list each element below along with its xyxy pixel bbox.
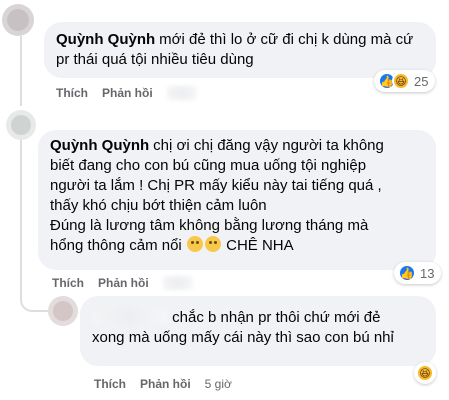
avatar[interactable] bbox=[48, 296, 78, 326]
comment-bubble: Quỳnh Quỳnh mới đẻ thì lo ở cữ đi chị k d… bbox=[44, 22, 436, 78]
thread-line bbox=[20, 36, 22, 106]
sad-emoji-icon bbox=[204, 236, 221, 252]
comment-author[interactable]: Quỳnh Quỳnh bbox=[56, 31, 155, 48]
thread-line bbox=[20, 140, 22, 300]
comment-text-line: Đúng là lương tâm không bằng lương tháng… bbox=[50, 217, 369, 234]
reply-link[interactable]: Phản hồi bbox=[102, 86, 153, 100]
like-reaction-icon: 👍 bbox=[398, 264, 416, 282]
comment-bubble: chắc b nhận pr thôi chứ mới đẻ xong mà u… bbox=[80, 296, 436, 366]
comment-actions: Thích Phản hồi bbox=[56, 86, 197, 100]
like-link[interactable]: Thích bbox=[56, 86, 88, 100]
sad-emoji-icon bbox=[186, 236, 203, 252]
reaction-summary[interactable]: 👍 😆 25 bbox=[374, 70, 436, 92]
comment-actions: Thích Phản hồi 5 giờ bbox=[94, 377, 232, 391]
reply-link[interactable]: Phản hồi bbox=[98, 276, 149, 290]
blurred-avatar-icon bbox=[11, 115, 31, 135]
reaction-count: 25 bbox=[414, 73, 429, 89]
comment-text-line: người ta lắm ! Chị PR mấy kiểu này tai t… bbox=[50, 177, 382, 194]
reaction-summary[interactable]: 👍 13 bbox=[394, 262, 442, 284]
comment-text-line: biết đang cho con bú cũng mua uống tội n… bbox=[50, 157, 367, 174]
like-link[interactable]: Thích bbox=[94, 377, 126, 391]
blurred-avatar-icon bbox=[53, 301, 73, 321]
blurred-avatar-icon bbox=[7, 9, 29, 31]
comment-author[interactable]: Quỳnh Quỳnh bbox=[50, 137, 149, 154]
like-link[interactable]: Thích bbox=[52, 276, 84, 290]
blurred-author-name bbox=[92, 309, 168, 325]
comment-text-line: chị ơi chị đăng vậy người ta không bbox=[153, 137, 384, 154]
comment-actions: Thích Phản hồi bbox=[52, 276, 193, 290]
avatar[interactable] bbox=[2, 4, 34, 36]
comment-text-line: hổng thông cảm nổi bbox=[50, 237, 182, 254]
reaction-count: 13 bbox=[420, 265, 435, 281]
avatar[interactable] bbox=[6, 110, 36, 140]
comment-bubble: Quỳnh Quỳnh chị ơi chị đăng vậy người ta … bbox=[38, 130, 436, 270]
reply-link[interactable]: Phản hồi bbox=[140, 377, 191, 391]
comment-text-line: xong mà uống mấy cái này thì sao con bú … bbox=[92, 329, 394, 346]
blurred-timestamp bbox=[162, 276, 193, 290]
comment-text-line: chắc b nhận pr thôi chứ mới đẻ bbox=[172, 309, 381, 326]
comment-timestamp[interactable]: 5 giờ bbox=[205, 377, 232, 391]
blurred-timestamp bbox=[166, 86, 197, 100]
thread-branch bbox=[20, 296, 50, 312]
comment-text-line: CHÊ NHA bbox=[226, 237, 294, 254]
comment-text-line: thấy khó chịu bớt thiện cảm luôn bbox=[50, 197, 267, 214]
haha-reaction-icon: 😆 bbox=[392, 72, 410, 90]
haha-reaction-icon: 😆 bbox=[416, 364, 434, 382]
reaction-summary[interactable]: 😆 bbox=[414, 362, 436, 384]
